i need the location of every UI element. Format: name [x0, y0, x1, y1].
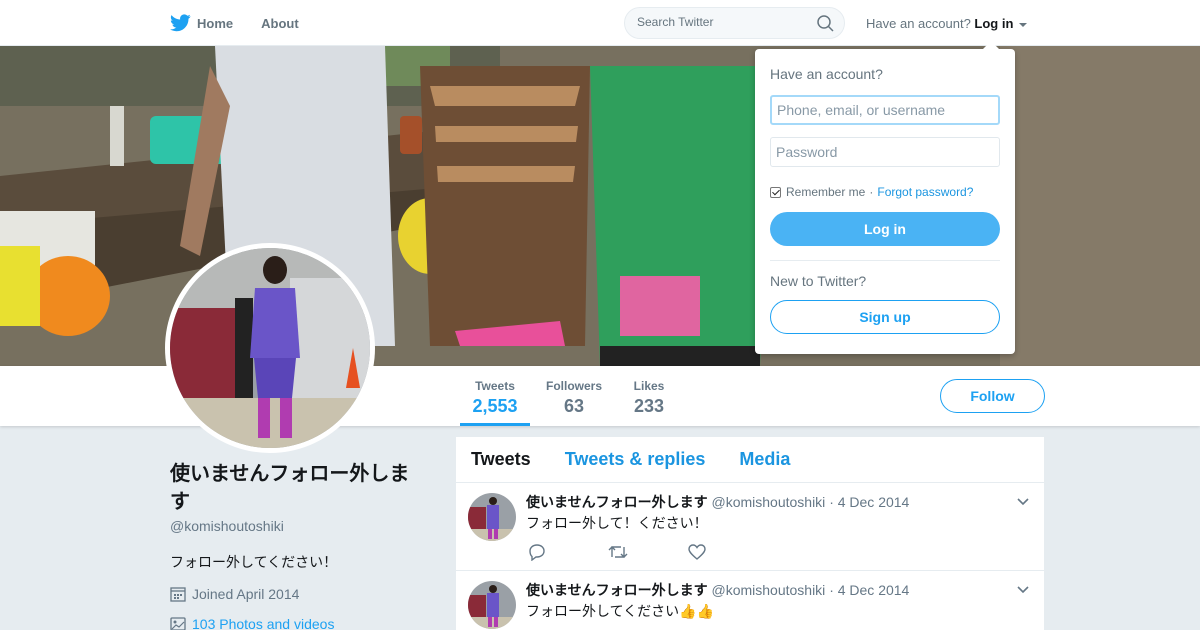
joined-text: Joined April 2014 [192, 586, 300, 602]
login-toggle-label: Log in [974, 16, 1014, 31]
stat-tweets[interactable]: Tweets 2,553 [460, 366, 530, 426]
tweet-avatar-photo [468, 493, 516, 541]
stat-followers-value: 63 [563, 396, 585, 416]
account-prompt-text: Have an account? [866, 16, 971, 31]
dropdown-divider [770, 260, 1000, 261]
signup-button[interactable]: Sign up [770, 300, 1000, 334]
stat-followers-label: Followers [545, 379, 602, 393]
top-navigation-bar: Home About Have an account? Log in [0, 0, 1200, 46]
follow-button[interactable]: Follow [940, 379, 1045, 413]
remember-me-checkbox[interactable] [770, 186, 781, 198]
password-input[interactable] [770, 137, 1000, 167]
tweet-item[interactable]: 使いませんフォロー外します @komishoutoshiki · 4 Dec 2… [456, 483, 1044, 571]
login-button[interactable]: Log in [770, 212, 1000, 246]
tab-tweets-replies[interactable]: Tweets & replies [565, 449, 706, 470]
profile-bio: フォロー外してください！ [170, 554, 338, 570]
login-dropdown-toggle[interactable]: Log in [974, 16, 1028, 31]
tweet-timestamp[interactable]: · 4 Dec 2014 [829, 582, 909, 598]
tab-tweets[interactable]: Tweets [471, 449, 531, 470]
tweet-avatar[interactable] [468, 493, 516, 541]
remember-me-label[interactable]: Remember me [786, 185, 865, 199]
tweet-timestamp[interactable]: · 4 Dec 2014 [829, 494, 909, 510]
tweet-author-name[interactable]: 使いませんフォロー外します [526, 494, 708, 510]
nav-home-label: Home [197, 15, 234, 31]
photos-videos-link[interactable]: 103 Photos and videos [170, 616, 420, 630]
heart-icon [688, 544, 706, 560]
search-box [624, 7, 845, 39]
search-input[interactable] [637, 15, 807, 29]
photos-videos-text: 103 Photos and videos [192, 616, 335, 630]
like-action[interactable] [688, 543, 768, 566]
photo-icon [170, 617, 186, 630]
retweet-icon [608, 546, 628, 558]
login-dropdown: Have an account? Remember me · Forgot pa… [755, 41, 1015, 354]
tweet-author-handle[interactable]: @komishoutoshiki [711, 582, 825, 598]
profile-name[interactable]: 使いませんフォロー外します [170, 460, 420, 516]
profile-handle[interactable]: @komishoutoshiki [170, 518, 420, 534]
stat-tweets-value: 2,553 [472, 396, 518, 416]
stat-likes-label: Likes [633, 379, 665, 393]
tweet-text: フォロー外してください👍👍 [526, 603, 715, 619]
tweet-author-handle[interactable]: @komishoutoshiki [711, 494, 825, 510]
retweet-action[interactable] [608, 543, 688, 566]
tweet-text: フォロー外して！ください！ [526, 515, 708, 531]
calendar-icon [170, 587, 186, 602]
new-to-twitter-text: New to Twitter? [770, 273, 867, 289]
avatar-image [170, 248, 370, 448]
tweet-item[interactable]: 使いませんフォロー外します @komishoutoshiki · 4 Dec 2… [456, 571, 1044, 630]
chevron-down-icon[interactable] [1016, 583, 1030, 597]
search-icon[interactable] [817, 15, 834, 32]
timeline: Tweets Tweets & replies Media 使いませんフォロー外… [456, 437, 1044, 630]
tab-media[interactable]: Media [739, 449, 790, 470]
tweet-header: 使いませんフォロー外します @komishoutoshiki · 4 Dec 2… [526, 492, 909, 512]
tweet-actions [528, 543, 768, 566]
profile-avatar[interactable] [165, 243, 375, 453]
nav-about[interactable]: About [261, 16, 299, 31]
caret-down-icon [1019, 22, 1028, 27]
reply-action[interactable] [528, 543, 608, 566]
username-input[interactable] [770, 95, 1000, 125]
timeline-tabs: Tweets Tweets & replies Media [456, 437, 1044, 483]
separator-dot: · [869, 185, 874, 199]
avatar-photo [170, 248, 370, 448]
profile-info: 使いませんフォロー外します @komishoutoshiki フォロー外してくだ… [170, 460, 420, 630]
tweet-avatar[interactable] [468, 581, 516, 629]
login-dropdown-title: Have an account? [770, 66, 883, 82]
account-prompt: Have an account? Log in [866, 16, 1028, 31]
nav-home[interactable]: Home [170, 14, 233, 32]
chevron-down-icon[interactable] [1016, 495, 1030, 509]
stat-followers[interactable]: Followers 63 [542, 366, 606, 426]
reply-icon [529, 544, 545, 562]
nav-left: Home About [170, 0, 327, 46]
remember-me-row: Remember me · Forgot password? [770, 185, 973, 199]
tweet-avatar-photo [468, 581, 516, 629]
twitter-bird-icon [170, 14, 191, 32]
forgot-password-link[interactable]: Forgot password? [877, 185, 973, 199]
tweet-header: 使いませんフォロー外します @komishoutoshiki · 4 Dec 2… [526, 580, 909, 600]
stat-likes-value: 233 [633, 396, 665, 416]
tweet-author-name[interactable]: 使いませんフォロー外します [526, 582, 708, 598]
joined-date: Joined April 2014 [170, 586, 420, 602]
stat-tweets-label: Tweets [475, 379, 515, 393]
nav-about-label: About [261, 15, 299, 31]
stat-likes[interactable]: Likes 233 [626, 366, 672, 426]
